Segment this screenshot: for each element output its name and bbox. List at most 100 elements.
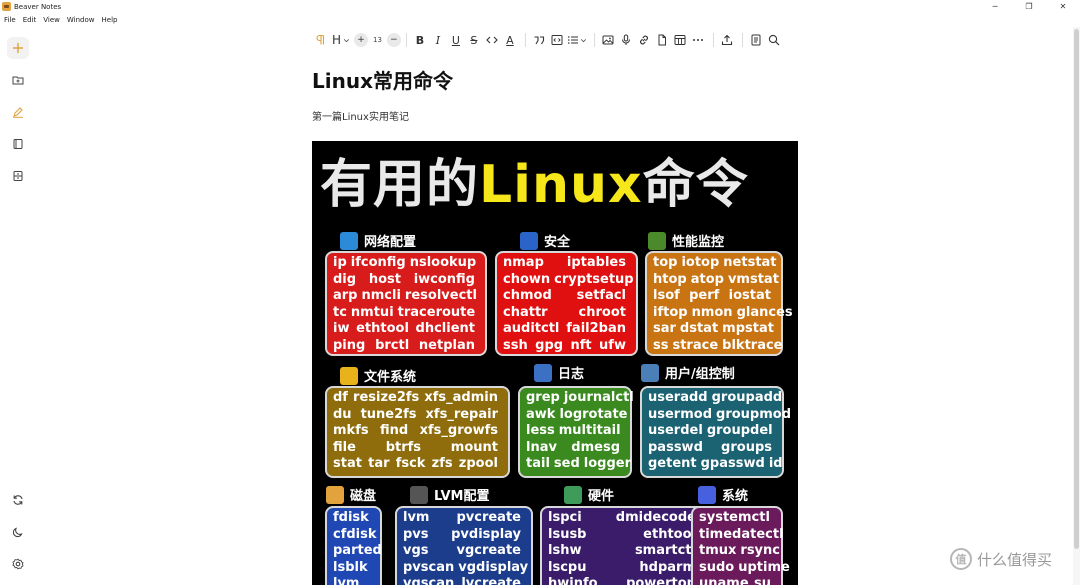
command-name: powertop [626,576,696,585]
poster-section-title: 文件系统 [364,370,417,385]
command-name: perf [689,288,720,303]
command-row: tail sed logger [526,456,631,473]
command-row: lsblk [333,560,374,577]
text-color-button[interactable]: A [502,30,518,50]
monitor-icon [648,231,666,250]
poster-command-box: systemctl timedatectl tmux rsync sudo uptime u… [691,506,790,585]
beaver-app-icon [2,2,11,11]
toolbar-divider [712,33,714,47]
search-button[interactable] [766,30,782,50]
chevron-down-icon [580,38,587,42]
image-button[interactable] [600,30,616,50]
menu-window[interactable]: Window [67,16,95,24]
command-name: getent [648,456,697,471]
command-row: sar dstat mpstat [653,321,775,338]
strikethrough-button[interactable]: S [466,30,482,50]
restore-button[interactable]: ❐ [1012,0,1046,13]
command-name: gpasswd [700,456,765,471]
command-row: ip ifconfig nslookup [333,255,479,272]
note-title[interactable]: Linux常用命令 [312,65,453,94]
command-name: sar [653,321,676,336]
table-button[interactable] [672,30,688,50]
command-name: mount [450,439,498,455]
command-row: parted [333,543,382,560]
font-size-increase-button[interactable]: + [354,33,368,47]
poster-section-heading: 硬件 [564,485,614,504]
settings-button[interactable] [7,553,29,575]
command-row: hwinfo powertop [548,576,700,585]
command-name: xfs_repair [425,406,498,422]
italic-button[interactable]: I [430,30,446,50]
command-name: arp [333,288,358,303]
poster-section-heading: 系统 [698,485,748,504]
command-row: fdisk [333,510,374,527]
heading-dropdown[interactable]: H [330,30,352,50]
folders-button[interactable] [7,133,29,155]
command-row: cfdisk [333,527,377,544]
minimize-button[interactable]: ─ [978,0,1012,13]
command-name: iw [333,321,350,336]
note-paragraph[interactable]: 第一篇Linux实用笔记 [312,108,409,123]
quote-button[interactable] [531,30,547,50]
command-name: nmcli [361,288,401,303]
command-name: lscpu [548,559,587,575]
share-button[interactable] [719,30,735,50]
bold-button[interactable]: B [412,30,428,50]
command-name: brctl [375,337,410,353]
paragraph-button[interactable] [312,30,328,50]
reading-mode-button[interactable] [748,30,764,50]
command-name: lshw [548,543,582,558]
new-note-button[interactable] [7,37,29,59]
archive-button[interactable] [7,165,29,187]
search-icon [768,34,780,46]
command-name: netplan [418,337,475,353]
command-name: less [526,423,555,438]
inline-code-button[interactable] [484,30,500,50]
menu-file[interactable]: File [4,16,16,24]
command-name: ping [333,337,366,353]
command-name: lvcreate [461,576,521,585]
command-name: cryptsetup [554,271,634,287]
command-row: mkfs find xfs_growfs [333,423,502,440]
link-icon [639,35,648,45]
new-folder-button[interactable] [7,69,29,91]
menu-view[interactable]: View [43,16,60,24]
disk-icon [326,485,344,504]
poster-section-heading: 文件系统 [340,366,416,385]
command-row: lspci dmidecode [548,510,700,527]
command-row: auditctl fail2ban [503,321,630,338]
command-name: systemctl [699,510,770,525]
menu-help[interactable]: Help [102,16,118,24]
log-icon [534,363,552,382]
command-row: lsusb ethtool [548,527,700,544]
code-icon [486,36,498,44]
poster-section-title: 网络配置 [364,235,417,250]
command-name: grep [526,390,560,405]
close-button[interactable]: ✕ [1046,0,1080,13]
list-dropdown[interactable] [567,30,587,50]
code-block-button[interactable] [549,30,565,50]
command-row: lsof perf iostat [653,288,775,305]
font-size-decrease-button[interactable]: − [386,33,401,47]
attach-file-button[interactable] [654,30,670,50]
title-bar: Beaver Notes ─ ❐ ✕ [0,0,1080,13]
command-name: uptime [738,559,790,575]
sync-button[interactable] [7,489,29,511]
command-name: pvscan [403,559,455,575]
scrollbar-thumb[interactable] [1074,29,1079,549]
scrollbar[interactable] [1073,27,1080,585]
poster-command-box: top iotop netstat htop atop vmstat lsof perf ios… [645,251,793,356]
record-audio-button[interactable] [618,30,634,50]
command-name: smartctl [634,543,696,558]
theme-toggle-button[interactable] [7,521,29,543]
command-name: parted [333,543,382,558]
command-name: fdisk [333,510,369,525]
command-name: ethtool [643,526,696,542]
more-options-button[interactable] [690,30,706,50]
menu-edit[interactable]: Edit [23,16,37,24]
command-name: setfacl [576,288,626,303]
command-name: uname [699,576,749,585]
underline-button[interactable]: U [448,30,464,50]
link-button[interactable] [636,30,652,50]
notes-button[interactable] [7,101,29,123]
